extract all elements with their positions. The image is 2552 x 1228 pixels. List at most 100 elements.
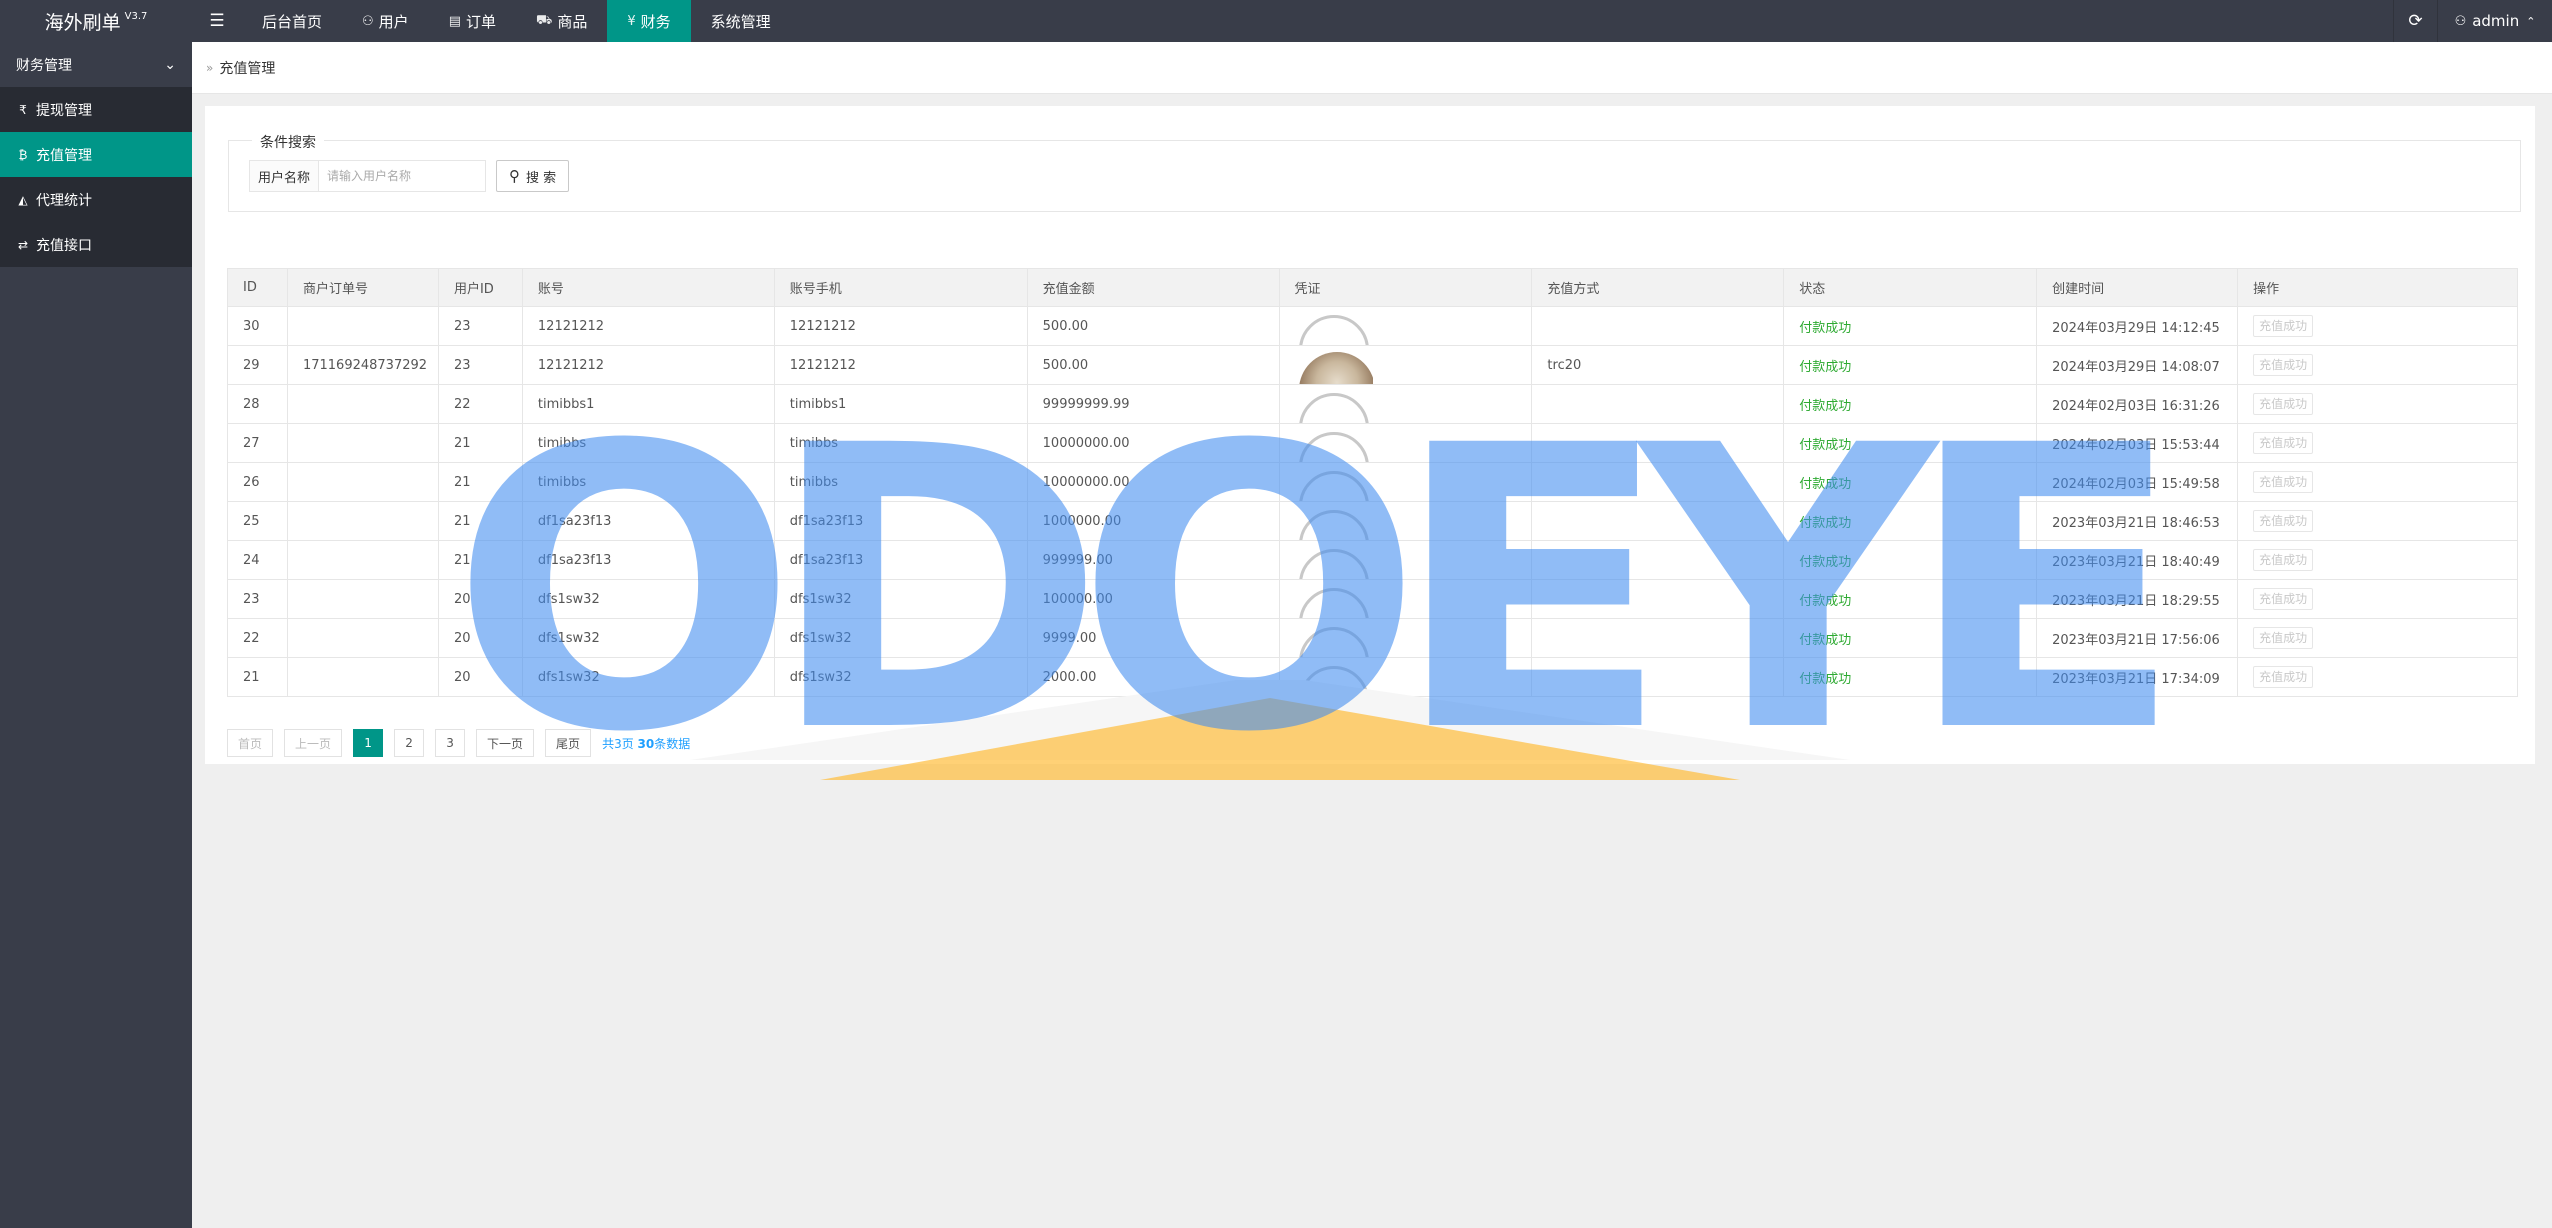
proof-placeholder-image[interactable]: [1295, 619, 1373, 657]
recharge-success-button[interactable]: 充值成功: [2253, 471, 2314, 493]
recharge-success-button[interactable]: 充值成功: [2253, 549, 2314, 571]
nav-home-label: 后台首页: [262, 12, 323, 31]
proof-image-cell: [1278, 501, 1533, 541]
amount-cell: 999999.00: [1026, 540, 1280, 580]
proof-placeholder-image[interactable]: [1295, 541, 1373, 579]
sidebar-item-agent-stats[interactable]: ◭ 代理统计: [0, 177, 192, 222]
username-search-input[interactable]: [318, 160, 487, 192]
sidebar-item-recharge[interactable]: ₿ 充值管理: [0, 132, 192, 177]
created-time-cell: 2024年02月03日 15:53:44: [2036, 423, 2239, 463]
app-version: V3.7: [124, 10, 148, 22]
account-cell: timibbs: [521, 462, 775, 502]
sidebar-group-finance[interactable]: 财务管理 ⌄: [0, 42, 192, 87]
recharge-success-button[interactable]: 充值成功: [2253, 315, 2314, 337]
recharge-success-button[interactable]: 充值成功: [2253, 432, 2314, 454]
yen-icon: ¥: [627, 13, 636, 29]
page-last-button[interactable]: 尾页: [545, 729, 592, 757]
amount-cell: 9999.00: [1026, 618, 1280, 658]
proof-placeholder-image[interactable]: [1295, 307, 1373, 345]
proof-image-cell: [1278, 657, 1533, 697]
sidebar-item-recharge-api[interactable]: ⇄ 充值接口: [0, 222, 192, 267]
recharge-success-button[interactable]: 充值成功: [2253, 588, 2314, 610]
nav-products[interactable]: ⛟ 商品: [516, 0, 607, 42]
user-id-cell: 23: [437, 306, 523, 346]
header-right: ⟳ ⚇ admin ⌃: [2393, 0, 2552, 42]
col-header[interactable]: 用户ID: [437, 268, 523, 307]
col-header[interactable]: ID: [227, 268, 288, 307]
status-cell: 付款成功: [1783, 657, 2038, 697]
phone-cell: df1sa23f13: [773, 501, 1028, 541]
recharge-success-button[interactable]: 充值成功: [2253, 354, 2314, 376]
user-id-cell: 23: [437, 345, 523, 385]
id-cell: 23: [227, 579, 288, 619]
nav-home[interactable]: 后台首页: [242, 0, 342, 42]
table-header-row: ID 商户订单号 用户ID 账号 账号手机 充值金额 凭证 充值方式 状态 创建…: [227, 268, 2518, 307]
col-header[interactable]: 账号: [521, 268, 775, 307]
nav-users[interactable]: ⚇ 用户: [342, 0, 429, 42]
page-3-button[interactable]: 3: [435, 729, 466, 757]
col-header[interactable]: 账号手机: [773, 268, 1028, 307]
page-next-button[interactable]: 下一页: [476, 729, 535, 757]
nav-finance[interactable]: ¥ 财务: [607, 0, 691, 42]
table-row: 22 20 dfs1sw32 dfs1sw32 9999.00 付款成功 2023年03月2…: [227, 618, 2518, 658]
col-header[interactable]: 商户订单号: [286, 268, 439, 307]
col-header[interactable]: 充值金额: [1026, 268, 1280, 307]
pagination: 首页 上一页 1 2 3 下一页 尾页 共3页 30条数据: [227, 729, 690, 757]
user-id-cell: 22: [437, 384, 523, 424]
document-icon: ▤: [448, 13, 461, 29]
col-header[interactable]: 凭证: [1278, 268, 1533, 307]
method-cell: [1531, 423, 1785, 463]
sidebar-item-label: 充值接口: [36, 237, 92, 254]
proof-photo-thumbnail[interactable]: [1295, 346, 1373, 384]
action-cell: 充值成功: [2237, 423, 2518, 463]
sidebar: 财务管理 ⌄ ₹ 提现管理 ₿ 充值管理 ◭ 代理统计 ⇄ 充值接口: [0, 42, 192, 1228]
recharge-success-button[interactable]: 充值成功: [2253, 666, 2314, 688]
account-cell: df1sa23f13: [521, 501, 775, 541]
amount-cell: 99999999.99: [1026, 384, 1280, 424]
id-cell: 28: [227, 384, 288, 424]
merchant-order-cell: [286, 384, 439, 424]
page-prev-button[interactable]: 上一页: [284, 729, 343, 757]
col-header[interactable]: 操作: [2237, 268, 2518, 307]
table-row: 30 23 12121212 12121212 500.00 付款成功 2024年03月29…: [227, 306, 2518, 346]
sidebar-item-withdraw[interactable]: ₹ 提现管理: [0, 87, 192, 132]
table-row: 28 22 timibbs1 timibbs1 99999999.99 付款成功 2024年…: [227, 384, 2518, 424]
refresh-icon[interactable]: ⟳: [2393, 0, 2437, 42]
recharge-success-button[interactable]: 充值成功: [2253, 627, 2314, 649]
table-row: 24 21 df1sa23f13 df1sa23f13 999999.00 付款成功 202…: [227, 540, 2518, 580]
recharge-success-button[interactable]: 充值成功: [2253, 510, 2314, 532]
status-cell: 付款成功: [1783, 579, 2038, 619]
main-content: » 充值管理 条件搜索 用户名称 ⚲ 搜 索 ID 商户订单号: [192, 42, 2552, 1228]
proof-placeholder-image[interactable]: [1295, 385, 1373, 423]
proof-placeholder-image[interactable]: [1295, 580, 1373, 618]
proof-placeholder-image[interactable]: [1295, 658, 1373, 696]
nav-orders[interactable]: ▤ 订单: [429, 0, 516, 42]
page-1-button[interactable]: 1: [353, 729, 384, 757]
col-header[interactable]: 创建时间: [2036, 268, 2239, 307]
method-cell: [1531, 384, 1785, 424]
proof-placeholder-image[interactable]: [1295, 502, 1373, 540]
app-logo[interactable]: 海外刷单 V3.7: [0, 0, 192, 42]
cart-icon: ⛟: [536, 12, 553, 28]
account-cell: 12121212: [521, 345, 775, 385]
page-first-button[interactable]: 首页: [227, 729, 274, 757]
page-2-button[interactable]: 2: [394, 729, 425, 757]
method-cell: [1531, 306, 1785, 346]
id-cell: 27: [227, 423, 288, 463]
created-time-cell: 2023年03月21日 18:40:49: [2036, 540, 2239, 580]
status-cell: 付款成功: [1783, 306, 2038, 346]
user-menu[interactable]: ⚇ admin ⌃: [2437, 0, 2552, 42]
merchant-order-cell: [286, 657, 439, 697]
merchant-order-cell: [286, 462, 439, 502]
col-header[interactable]: 状态: [1783, 268, 2038, 307]
col-header[interactable]: 充值方式: [1531, 268, 1785, 307]
nav-system[interactable]: 系统管理: [691, 0, 791, 42]
page-total-suffix: 条数据: [654, 736, 691, 751]
menu-toggle-icon[interactable]: ☰: [192, 0, 242, 42]
table-row: 26 21 timibbs timibbs 10000000.00 付款成功 2024年02…: [227, 462, 2518, 502]
search-button[interactable]: ⚲ 搜 索: [496, 160, 570, 192]
recharge-success-button[interactable]: 充值成功: [2253, 393, 2314, 415]
proof-placeholder-image[interactable]: [1295, 424, 1373, 462]
app-name: 海外刷单: [44, 11, 121, 34]
proof-placeholder-image[interactable]: [1295, 463, 1373, 501]
